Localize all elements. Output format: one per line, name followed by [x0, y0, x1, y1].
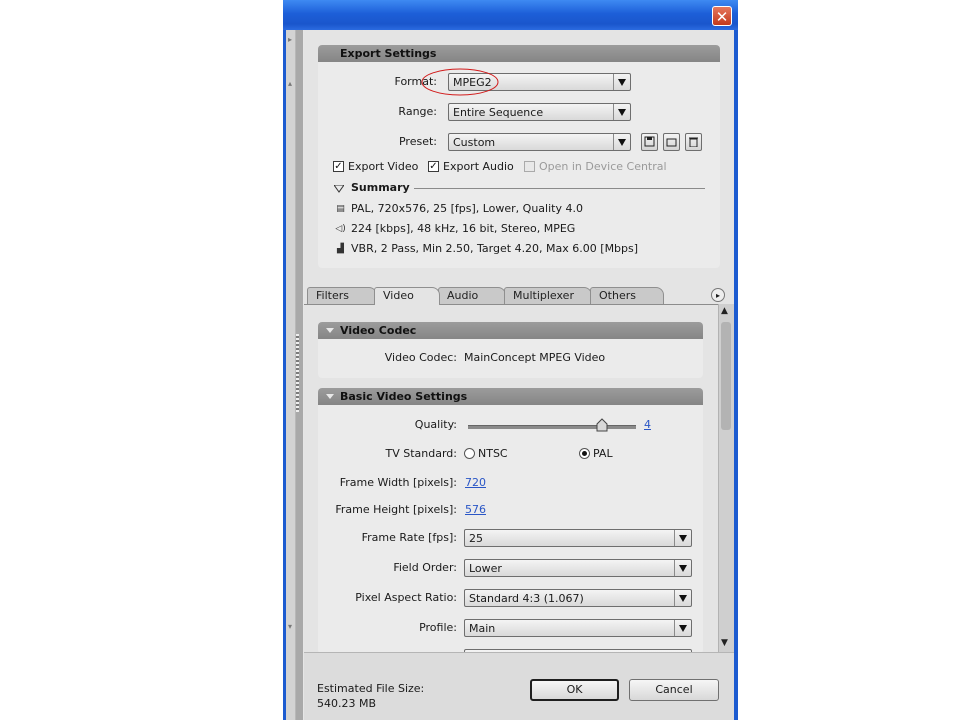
open-device-central-label: Open in Device Central — [539, 160, 667, 173]
window-frame-right — [734, 30, 738, 720]
delete-preset-button[interactable] — [685, 133, 702, 151]
delete-preset-icon — [689, 137, 698, 148]
expand-arrow-icon[interactable]: ▸ — [285, 35, 295, 47]
profile-select[interactable]: Main — [464, 619, 692, 637]
field-order-select[interactable]: Lower — [464, 559, 692, 577]
tab-video[interactable]: Video — [374, 287, 440, 305]
annotation-ellipse — [421, 68, 499, 96]
field-order-label: Field Order: — [393, 561, 457, 574]
scroll-up-arrow-icon[interactable]: ▲ — [721, 306, 728, 316]
export-audio-checkbox[interactable]: ✓ — [428, 161, 439, 172]
range-value: Entire Sequence — [453, 106, 544, 119]
pixel-aspect-label: Pixel Aspect Ratio: — [355, 591, 457, 604]
tab-multiplexer[interactable]: Multiplexer — [504, 287, 592, 304]
chevron-down-icon — [674, 530, 691, 546]
chevron-down-icon — [674, 590, 691, 606]
tab-filters[interactable]: Filters — [307, 287, 377, 304]
scroll-down-arrow-icon[interactable]: ▼ — [721, 638, 728, 648]
import-preset-icon — [666, 138, 677, 147]
export-video-checkbox[interactable]: ✓ — [333, 161, 344, 172]
pal-radio[interactable] — [579, 448, 590, 459]
summary-audio-line: 224 [kbps], 48 kHz, 16 bit, Stereo, MPEG — [351, 222, 576, 235]
range-label: Range: — [398, 105, 437, 118]
video-codec-title: Video Codec — [340, 324, 417, 337]
video-codec-panel: Video Codec Video Codec: MainConcept MPE… — [318, 322, 703, 378]
close-button[interactable]: ✕ — [712, 6, 732, 26]
summary-bitrate-line: VBR, 2 Pass, Min 2.50, Target 4.20, Max … — [351, 242, 639, 255]
tab-others[interactable]: Others — [590, 287, 664, 304]
estimated-size-value: 540.23 MB — [317, 697, 377, 710]
export-audio-label: Export Audio — [443, 160, 514, 173]
video-codec-value: MainConcept MPEG Video — [464, 351, 606, 364]
scroll-down-icon[interactable]: ▾ — [285, 622, 295, 634]
profile-value: Main — [469, 622, 496, 635]
tab-audio[interactable]: Audio — [438, 287, 506, 304]
export-settings-dialog: ✕ ▸ ▴ ▾ Export Settings Format: MPEG2 Ra… — [283, 0, 738, 720]
settings-tabs: Filters Video Audio Multiplexer Others ▸ — [304, 284, 734, 305]
chevron-down-icon — [613, 74, 630, 90]
frame-rate-label: Frame Rate [fps]: — [361, 531, 457, 544]
panel-splitter[interactable] — [296, 30, 303, 720]
cancel-button[interactable]: Cancel — [629, 679, 719, 701]
speaker-icon: ◁) — [335, 224, 346, 234]
summary-video-line: PAL, 720x576, 25 [fps], Lower, Quality 4… — [351, 202, 583, 215]
source-panel-strip: ▸ ▴ ▾ — [286, 30, 296, 720]
tv-standard-label: TV Standard: — [385, 447, 458, 460]
chevron-down-icon — [674, 560, 691, 576]
video-codec-label: Video Codec: — [384, 351, 457, 364]
summary-collapse-icon[interactable] — [334, 185, 344, 193]
title-bar[interactable]: ✕ — [283, 0, 738, 30]
frame-height-value[interactable]: 576 — [465, 503, 486, 516]
field-order-value: Lower — [469, 562, 502, 575]
ntsc-radio[interactable] — [464, 448, 475, 459]
chevron-down-icon — [674, 620, 691, 636]
collapse-triangle-icon — [326, 394, 334, 399]
chevron-down-icon — [613, 134, 630, 150]
ntsc-label: NTSC — [478, 447, 508, 460]
frame-width-value[interactable]: 720 — [465, 476, 486, 489]
quality-slider-thumb[interactable] — [596, 418, 608, 432]
panel-menu-icon[interactable]: ▸ — [711, 288, 725, 302]
collapse-triangle-icon — [326, 328, 334, 333]
export-settings-header: Export Settings — [318, 45, 720, 62]
preset-value: Custom — [453, 136, 496, 149]
quality-value[interactable]: 4 — [644, 418, 651, 431]
dialog-footer: Estimated File Size: 540.23 MB OK Cancel — [304, 652, 734, 720]
frame-width-label: Frame Width [pixels]: — [339, 476, 457, 489]
frame-rate-value: 25 — [469, 532, 483, 545]
chart-icon: ▟ — [337, 244, 344, 254]
frame-height-label: Frame Height [pixels]: — [335, 503, 457, 516]
profile-label: Profile: — [419, 621, 457, 634]
pal-label: PAL — [593, 447, 613, 460]
open-device-central-checkbox[interactable] — [524, 161, 535, 172]
scroll-thumb[interactable] — [721, 322, 731, 430]
basic-video-settings-panel: Basic Video Settings Quality: 4 TV Stand… — [318, 388, 703, 654]
estimated-size-label: Estimated File Size: — [317, 682, 425, 695]
range-select[interactable]: Entire Sequence — [448, 103, 631, 121]
save-preset-icon — [644, 136, 655, 147]
preset-label: Preset: — [398, 135, 437, 148]
quality-label: Quality: — [414, 418, 457, 431]
video-codec-header[interactable]: Video Codec — [318, 322, 703, 339]
settings-scrollbar[interactable]: ▲ ▼ — [718, 304, 734, 652]
export-settings-panel: Export Settings Format: MPEG2 Range: Ent… — [318, 45, 720, 268]
save-preset-button[interactable] — [641, 133, 658, 151]
quality-slider-track[interactable] — [468, 425, 636, 429]
preset-select[interactable]: Custom — [448, 133, 631, 151]
frame-rate-select[interactable]: 25 — [464, 529, 692, 547]
pixel-aspect-value: Standard 4:3 (1.067) — [469, 592, 584, 605]
ok-button[interactable]: OK — [530, 679, 619, 701]
summary-divider — [414, 188, 705, 189]
chevron-down-icon — [613, 104, 630, 120]
basic-video-title: Basic Video Settings — [340, 390, 468, 403]
film-icon: ▤ — [336, 204, 345, 214]
export-video-label: Export Video — [348, 160, 419, 173]
dialog-content: Export Settings Format: MPEG2 Range: Ent… — [304, 30, 734, 720]
summary-title: Summary — [351, 181, 410, 194]
scroll-up-icon[interactable]: ▴ — [285, 79, 295, 91]
pixel-aspect-select[interactable]: Standard 4:3 (1.067) — [464, 589, 692, 607]
splitter-grip[interactable] — [296, 334, 299, 412]
import-preset-button[interactable] — [663, 133, 680, 151]
basic-video-header[interactable]: Basic Video Settings — [318, 388, 703, 405]
